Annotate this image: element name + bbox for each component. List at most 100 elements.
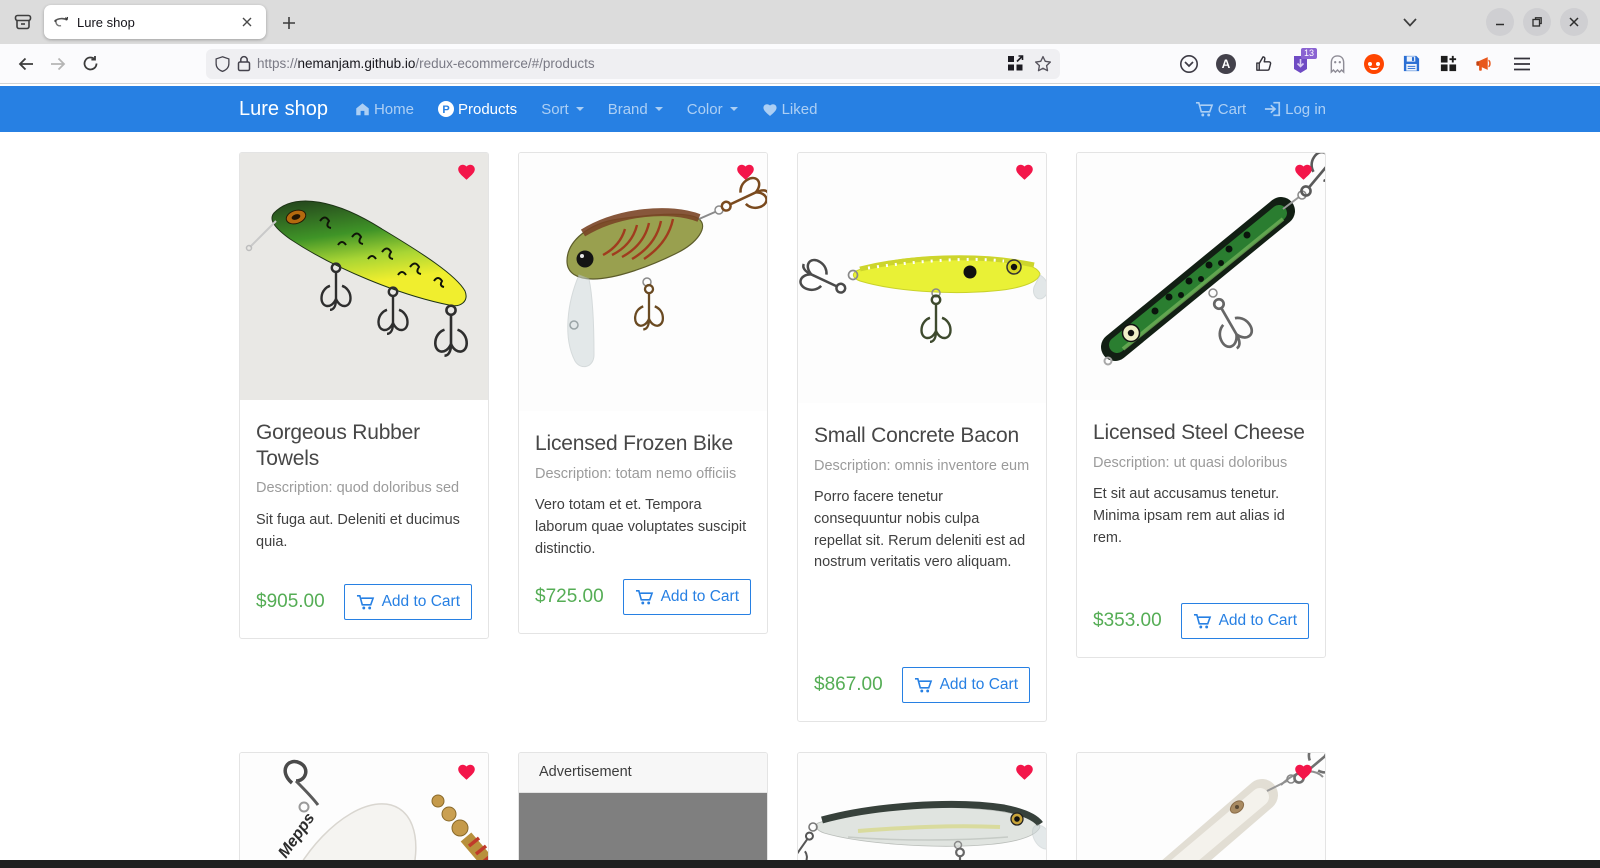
add-to-cart-button[interactable]: Add to Cart [1181,603,1309,639]
liked-heart-icon[interactable] [1293,162,1314,181]
product-title: Gorgeous Rubber Towels [256,420,472,471]
ghostery-button[interactable] [1326,53,1348,75]
pocket-button[interactable] [1178,53,1200,75]
firefox-view-button[interactable] [8,8,38,36]
liked-heart-icon[interactable] [1014,762,1035,781]
lure-photo-firetiger-jerkbait [240,153,489,400]
nav-sort-dropdown[interactable]: Sort [541,101,584,118]
reddit-extension-button[interactable] [1363,53,1385,75]
product-image [1077,753,1325,868]
advertisement-placeholder[interactable] [519,793,767,868]
firefox-view-icon [13,12,33,32]
save-page-extension-button[interactable] [1400,53,1422,75]
maximize-icon [1531,16,1543,28]
new-tab-button[interactable] [276,10,302,36]
product-grid: Gorgeous Rubber Towels Description: quod… [239,152,1600,868]
downloads-extension-button[interactable]: 13 [1289,53,1311,75]
forward-button[interactable] [42,49,74,79]
nav-cart[interactable]: Cart [1195,100,1246,118]
downloads-badge: 13 [1301,48,1317,60]
product-card-white-pencil [1076,752,1326,868]
caret-down-icon [655,107,663,111]
product-card-gorgeous-rubber-towels: Gorgeous Rubber Towels Description: quod… [239,152,489,639]
product-title: Licensed Frozen Bike [535,431,751,457]
product-footer: $725.00 Add to Cart [535,563,751,615]
product-text: Et sit aut accusamus tenetur. Minima ips… [1093,484,1309,549]
reddit-icon [1364,54,1384,74]
liked-heart-icon[interactable] [735,162,756,181]
nav-login[interactable]: Log in [1264,100,1326,118]
lure-photo-yellow-minnow [798,153,1047,403]
product-card-small-concrete-bacon: Small Concrete Bacon Description: omnis … [797,152,1047,722]
rating-extension-button[interactable] [1252,53,1274,75]
product-image [519,153,767,411]
list-all-tabs-button[interactable] [1398,11,1422,33]
add-to-cart-button[interactable]: Add to Cart [344,584,472,620]
containers-grid-icon[interactable] [1007,55,1024,72]
liked-heart-icon[interactable] [456,162,477,181]
nav-items: Home P Products Sort Brand Color Liked [355,101,817,118]
browser-toolbar: https://nemanjam.github.io/redux-ecommer… [0,44,1600,84]
hamburger-menu-icon [1513,56,1531,72]
product-text: Sit fuga aut. Deleniti et ducimus quia. [256,510,472,554]
address-bar[interactable]: https://nemanjam.github.io/redux-ecommer… [206,49,1060,79]
product-text: Porro facere tenetur consequuntur nobis … [814,487,1030,574]
shield-icon [214,55,231,73]
minimize-button[interactable] [1486,8,1514,36]
maximize-button[interactable] [1523,8,1551,36]
product-image [798,753,1046,868]
caret-down-icon [730,107,738,111]
add-to-cart-button[interactable]: Add to Cart [623,579,751,615]
url-path: /redux-ecommerce/#/products [415,56,594,71]
minimize-icon [1494,16,1506,28]
liked-heart-icon[interactable] [1014,162,1035,181]
lure-photo-green-pencil [1077,153,1326,400]
nav-liked[interactable]: Liked [762,101,818,118]
lock-icon [237,55,251,72]
grid-plus-icon [1439,54,1458,73]
nav-color-dropdown[interactable]: Color [687,101,738,118]
menu-button[interactable] [1511,53,1533,75]
chevron-down-icon [1403,18,1417,27]
url-scheme: https:// [257,56,298,71]
brand-link[interactable]: Lure shop [239,98,328,121]
liked-heart-icon[interactable] [1293,762,1314,781]
nav-brand-dropdown[interactable]: Brand [608,101,663,118]
tab-manager-extension-button[interactable] [1437,53,1459,75]
cart-icon [635,588,654,606]
svg-text:P: P [442,104,449,116]
product-card-licensed-steel-cheese: Licensed Steel Cheese Description: ut qu… [1076,152,1326,658]
product-card-body: Gorgeous Rubber Towels Description: quod… [240,400,488,638]
account-extension-button[interactable]: A [1215,53,1237,75]
liked-heart-icon[interactable] [456,762,477,781]
cart-icon [1195,100,1214,118]
product-description: Description: totam nemo officiis [535,465,751,485]
reload-button[interactable] [74,49,106,79]
nav-home[interactable]: Home [355,101,414,118]
bookmark-star-icon[interactable] [1034,55,1052,73]
product-footer: $867.00 Add to Cart [814,651,1030,703]
thumbs-up-icon [1254,54,1273,73]
product-description: Description: ut quasi doloribus [1093,454,1309,474]
announce-extension-button[interactable] [1474,53,1496,75]
back-button[interactable] [10,49,42,79]
extension-toolbar: A 13 [1178,53,1533,75]
tab-close-button[interactable] [237,12,257,32]
product-card-spinner: Mepps [239,752,489,868]
screen: Lure shop [0,0,1600,868]
browser-tab[interactable]: Lure shop [44,5,266,39]
pocket-icon [1179,54,1199,74]
forward-arrow-icon [49,56,67,72]
nav-products[interactable]: P Products [438,101,517,118]
cart-icon [914,676,933,694]
url-text: https://nemanjam.github.io/redux-ecommer… [257,56,1001,71]
close-window-button[interactable] [1560,8,1588,36]
tab-title: Lure shop [77,15,229,30]
advertisement-card: Advertisement [518,752,768,868]
login-icon [1264,101,1281,117]
floppy-disk-icon [1402,54,1421,73]
url-host: nemanjam.github.io [298,56,416,71]
product-title: Small Concrete Bacon [814,423,1030,449]
product-card-body: Licensed Frozen Bike Description: totam … [519,411,767,633]
add-to-cart-button[interactable]: Add to Cart [902,667,1030,703]
